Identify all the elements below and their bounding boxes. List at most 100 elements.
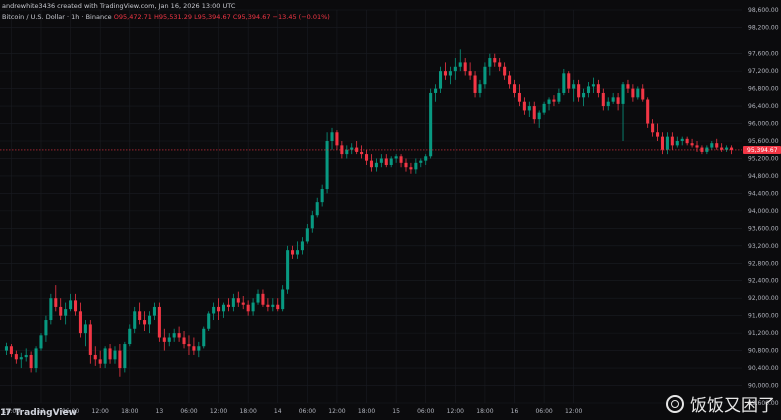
candle-body [261,293,265,305]
x-tick-label: 16 [511,408,519,415]
candle-body [295,250,300,255]
x-tick-label: 06:00 [180,408,197,415]
candle-body [49,298,53,321]
candle-body [636,88,640,98]
y-tick-label: 98,200.00 [748,24,779,31]
candle-body [508,75,512,85]
candle-body [512,84,517,93]
ohlc-change: −13.45 (−0.01%) [272,13,330,21]
candle-body [419,160,423,163]
candle-body [527,106,531,111]
candle-body [675,141,679,146]
candle-body [281,289,285,310]
candle-body [404,162,408,168]
candle-body [123,344,127,369]
candle-body [473,75,477,93]
y-tick-label: 91,600.00 [748,313,779,320]
candle-body [601,92,605,107]
candle-body [438,71,443,89]
price-axis[interactable]: 98,600.00 98,200.00 97,600.00 97,200.00 96,8… [748,7,779,407]
candle-body [88,324,92,355]
candle-body [330,132,334,141]
candle-body [557,92,561,102]
candle-body [458,62,462,67]
ohlc-close: C95,394.67 [232,13,271,21]
tradingview-wordmark: TradingView [14,408,77,418]
candle-body [202,328,206,347]
candle-body [665,136,669,150]
y-tick-label: 92,800.00 [748,260,779,267]
candle-body [503,66,507,76]
candle-body [690,143,694,146]
candle-body [537,112,541,120]
y-tick-label: 93,200.00 [748,243,779,250]
candle-body [606,101,610,107]
candle-body [103,348,107,364]
y-tick-label: 94,400.00 [748,190,779,197]
candle-body [582,92,586,98]
candle-body [325,141,329,190]
candle-body [128,328,132,345]
candle-body [547,99,551,104]
candle-body [532,106,536,120]
candlestick-chart[interactable]: 95,394.67 98,600.00 98,200.00 97,600.00 97,… [0,0,781,420]
candle-body [572,84,576,89]
x-tick-label: 06:00 [535,408,552,415]
watermark: 饭饭又困了 [666,391,775,416]
y-tick-label: 92,000.00 [748,295,779,302]
x-tick-label: 12:00 [328,408,345,415]
y-tick-label: 95,600.00 [748,138,779,145]
candle-body [542,103,546,113]
candle-body [646,99,650,124]
candle-body [429,92,433,157]
candle-body [172,333,176,338]
x-tick-label: 18:00 [121,408,138,415]
candle-body [182,337,186,345]
candle-body [187,344,191,347]
x-tick-label: 18:00 [476,408,493,415]
y-tick-label: 97,200.00 [748,68,779,75]
y-tick-label: 90,400.00 [748,365,779,372]
candle-body [730,147,734,150]
x-tick-label: 06:00 [417,408,434,415]
candle-body [493,58,497,63]
candle-body [483,66,487,85]
candle-body [448,71,452,76]
candle-body [236,298,240,303]
candle-body [157,306,161,338]
candle-body [24,354,28,358]
candle-body [246,304,250,312]
candle-body [715,143,719,148]
candle-body [695,145,699,148]
candle-body [217,306,221,312]
tradingview-brand[interactable]: 17 TradingView [0,406,77,420]
candle-body [221,304,226,312]
candle-body [468,71,472,76]
candle-body [69,300,73,310]
symbol-name[interactable]: Bitcoin / U.S. Dollar · 1h · Binance [2,13,112,21]
candle-body [567,73,571,89]
candle-body [409,167,413,170]
candle-body [552,99,556,102]
candle-body [384,158,388,166]
candle-body [271,304,275,307]
x-tick-label: 12:00 [210,408,227,415]
y-tick-label: 90,000.00 [748,383,779,390]
candle-body [9,346,13,355]
y-tick-label: 92,400.00 [748,278,779,285]
ohlc-high: H95,531.29 [154,13,192,21]
candle-body [256,293,260,303]
candle-body [226,304,230,307]
candle-body [488,58,492,67]
x-tick-label: 12:00 [447,408,464,415]
x-tick-label: 12:00 [92,408,109,415]
candle-body [478,84,482,93]
time-axis[interactable]: 18:00 12 06:00 12:00 18:00 13 06:00 12:00 18:00 1… [3,408,583,415]
candle-body [414,162,418,170]
y-tick-label: 96,000.00 [748,121,779,128]
candle-body [93,354,97,360]
candle-body [616,97,620,104]
x-tick-label: 18:00 [240,408,257,415]
candle-body [389,158,393,166]
candle-body [626,84,630,89]
